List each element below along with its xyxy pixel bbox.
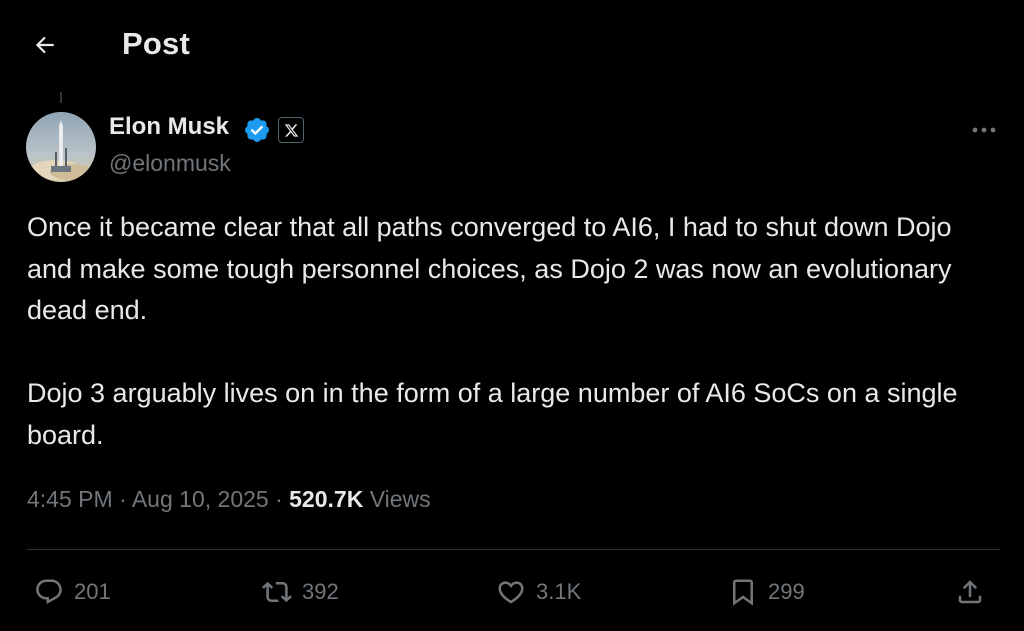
top-bar: Post [0,0,1024,92]
more-options-button[interactable] [966,116,1002,144]
post-time[interactable]: 4:45 PM [27,486,113,512]
more-horizontal-icon [972,127,996,133]
post-paragraph: Once it became clear that all paths conv… [27,212,952,325]
avatar[interactable] [26,112,96,182]
author-handle: @elonmusk [109,150,231,176]
views-count[interactable]: 520.7K [289,486,363,512]
affiliate-badge[interactable] [278,117,304,143]
page-title: Post [122,26,190,61]
meta-separator: · [119,486,127,512]
reply-button[interactable]: 201 [34,574,111,610]
bookmark-icon [733,579,753,606]
heart-icon [498,581,524,604]
repost-icon [262,581,292,603]
post-paragraph: Dojo 3 arguably lives on in the form of … [27,378,958,450]
share-button[interactable] [955,574,985,610]
like-count: 3.1K [536,579,582,604]
post-page: Post Elon Musk @elonmusk Once it became … [0,0,1024,631]
post-text: Once it became clear that all paths conv… [27,207,1002,456]
bookmark-button[interactable]: 299 [728,574,805,610]
reply-icon [36,579,62,605]
like-button[interactable]: 3.1K [496,574,581,610]
repost-count: 392 [302,579,339,604]
thread-connector [60,92,62,103]
post-date[interactable]: Aug 10, 2025 [132,486,269,512]
avatar-image [26,112,96,182]
post-meta: 4:45 PM · Aug 10, 2025 · 520.7K Views [27,486,431,513]
author-name[interactable]: Elon Musk [109,113,229,141]
back-button[interactable] [28,28,62,62]
share-icon [958,580,982,604]
views-label[interactable]: Views [370,486,431,512]
meta-separator: · [275,486,283,512]
x-logo-icon [284,123,298,137]
divider [27,549,1000,550]
bookmark-count: 299 [768,579,805,604]
repost-button[interactable]: 392 [262,574,339,610]
verified-badge-icon [245,118,269,142]
reply-count: 201 [74,579,111,604]
arrow-left-icon [35,36,54,54]
